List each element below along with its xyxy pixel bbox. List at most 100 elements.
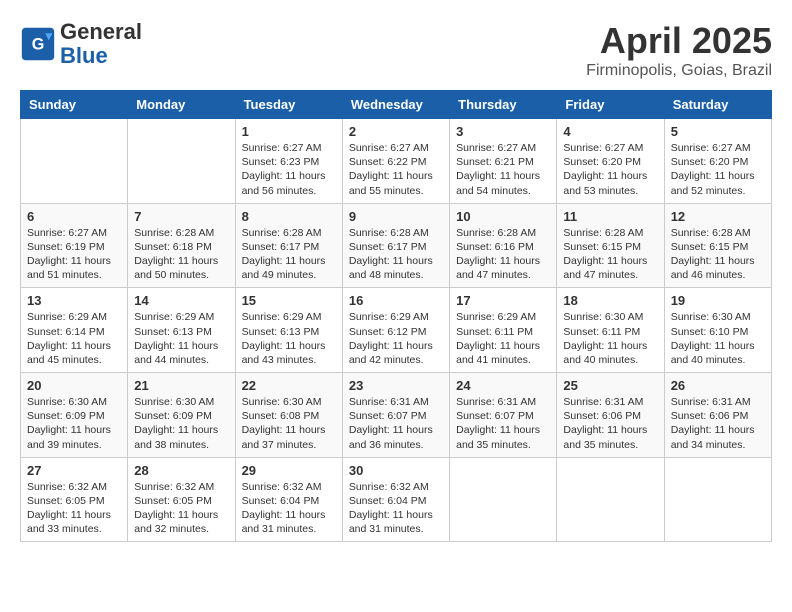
- calendar-week-4: 20 Sunrise: 6:30 AMSunset: 6:09 PMDayligh…: [21, 373, 772, 458]
- calendar-cell: 26Sunrise: 6:31 AMSunset: 6:06 PMDayligh…: [664, 373, 771, 458]
- calendar-cell: 25Sunrise: 6:31 AMSunset: 6:06 PMDayligh…: [557, 373, 664, 458]
- day-number: 30: [349, 463, 443, 478]
- day-number: 1: [242, 124, 336, 139]
- day-info: Sunrise: 6:28 AMSunset: 6:17 PMDaylight:…: [349, 226, 443, 283]
- calendar-cell: 24 Sunrise: 6:31 AMSunset: 6:07 PMDayligh…: [450, 373, 557, 458]
- day-number: 11: [563, 209, 657, 224]
- day-number: 17: [456, 293, 550, 308]
- calendar-cell: [557, 457, 664, 542]
- day-number: 7: [134, 209, 228, 224]
- calendar-cell: 15 Sunrise: 6:29 AMSunset: 6:13 PMDayligh…: [235, 288, 342, 373]
- day-info: Sunrise: 6:32 AMSunset: 6:05 PMDaylight:…: [134, 480, 228, 537]
- day-info: Sunrise: 6:29 AMSunset: 6:12 PMDaylight:…: [349, 310, 443, 367]
- day-number: 27: [27, 463, 121, 478]
- day-number: 23: [349, 378, 443, 393]
- day-info: Sunrise: 6:31 AMSunset: 6:06 PMDaylight:…: [671, 395, 765, 452]
- day-info: Sunrise: 6:30 AMSunset: 6:09 PMDaylight:…: [27, 395, 121, 452]
- calendar-cell: 3Sunrise: 6:27 AMSunset: 6:21 PMDaylight…: [450, 119, 557, 204]
- day-number: 18: [563, 293, 657, 308]
- calendar-cell: 2 Sunrise: 6:27 AMSunset: 6:22 PMDaylight…: [342, 119, 449, 204]
- calendar-week-3: 13Sunrise: 6:29 AMSunset: 6:14 PMDayligh…: [21, 288, 772, 373]
- day-info: Sunrise: 6:27 AMSunset: 6:23 PMDaylight:…: [242, 141, 336, 198]
- day-number: 13: [27, 293, 121, 308]
- calendar-cell: 9 Sunrise: 6:28 AMSunset: 6:17 PMDaylight…: [342, 203, 449, 288]
- day-number: 28: [134, 463, 228, 478]
- calendar-cell: 22 Sunrise: 6:30 AMSunset: 6:08 PMDayligh…: [235, 373, 342, 458]
- calendar-week-5: 27 Sunrise: 6:32 AMSunset: 6:05 PMDayligh…: [21, 457, 772, 542]
- calendar-cell: 12 Sunrise: 6:28 AMSunset: 6:15 PMDayligh…: [664, 203, 771, 288]
- column-header-thursday: Thursday: [450, 91, 557, 119]
- day-info: Sunrise: 6:27 AMSunset: 6:19 PMDaylight:…: [27, 226, 121, 283]
- day-info: Sunrise: 6:27 AMSunset: 6:22 PMDaylight:…: [349, 141, 443, 198]
- month-title: April 2025: [586, 20, 772, 62]
- calendar-cell: 5 Sunrise: 6:27 AMSunset: 6:20 PMDaylight…: [664, 119, 771, 204]
- day-info: Sunrise: 6:27 AMSunset: 6:20 PMDaylight:…: [671, 141, 765, 198]
- day-number: 9: [349, 209, 443, 224]
- calendar-cell: 17 Sunrise: 6:29 AMSunset: 6:11 PMDayligh…: [450, 288, 557, 373]
- day-number: 12: [671, 209, 765, 224]
- calendar-cell: 21Sunrise: 6:30 AMSunset: 6:09 PMDayligh…: [128, 373, 235, 458]
- logo-icon: G: [20, 26, 56, 62]
- calendar-cell: 8Sunrise: 6:28 AMSunset: 6:17 PMDaylight…: [235, 203, 342, 288]
- column-header-sunday: Sunday: [21, 91, 128, 119]
- logo: G General Blue: [20, 20, 142, 68]
- day-info: Sunrise: 6:30 AMSunset: 6:08 PMDaylight:…: [242, 395, 336, 452]
- day-info: Sunrise: 6:27 AMSunset: 6:21 PMDaylight:…: [456, 141, 550, 198]
- day-info: Sunrise: 6:28 AMSunset: 6:16 PMDaylight:…: [456, 226, 550, 283]
- day-info: Sunrise: 6:30 AMSunset: 6:10 PMDaylight:…: [671, 310, 765, 367]
- day-info: Sunrise: 6:28 AMSunset: 6:15 PMDaylight:…: [671, 226, 765, 283]
- calendar-cell: 27 Sunrise: 6:32 AMSunset: 6:05 PMDayligh…: [21, 457, 128, 542]
- calendar-cell: 23 Sunrise: 6:31 AMSunset: 6:07 PMDayligh…: [342, 373, 449, 458]
- day-number: 14: [134, 293, 228, 308]
- day-number: 20: [27, 378, 121, 393]
- calendar-cell: [128, 119, 235, 204]
- day-info: Sunrise: 6:29 AMSunset: 6:11 PMDaylight:…: [456, 310, 550, 367]
- calendar-week-1: 1 Sunrise: 6:27 AMSunset: 6:23 PMDaylight…: [21, 119, 772, 204]
- column-header-tuesday: Tuesday: [235, 91, 342, 119]
- calendar-cell: 20 Sunrise: 6:30 AMSunset: 6:09 PMDayligh…: [21, 373, 128, 458]
- calendar-cell: 10 Sunrise: 6:28 AMSunset: 6:16 PMDayligh…: [450, 203, 557, 288]
- logo-text: General Blue: [60, 20, 142, 68]
- column-header-saturday: Saturday: [664, 91, 771, 119]
- day-info: Sunrise: 6:29 AMSunset: 6:13 PMDaylight:…: [242, 310, 336, 367]
- svg-text:G: G: [32, 36, 45, 54]
- calendar-cell: 29 Sunrise: 6:32 AMSunset: 6:04 PMDayligh…: [235, 457, 342, 542]
- calendar-cell: 6 Sunrise: 6:27 AMSunset: 6:19 PMDaylight…: [21, 203, 128, 288]
- calendar-cell: [21, 119, 128, 204]
- calendar-cell: 7 Sunrise: 6:28 AMSunset: 6:18 PMDaylight…: [128, 203, 235, 288]
- day-number: 22: [242, 378, 336, 393]
- calendar-cell: 30 Sunrise: 6:32 AMSunset: 6:04 PMDayligh…: [342, 457, 449, 542]
- day-number: 8: [242, 209, 336, 224]
- calendar-cell: [450, 457, 557, 542]
- location-title: Firminopolis, Goias, Brazil: [586, 62, 772, 80]
- day-number: 29: [242, 463, 336, 478]
- day-info: Sunrise: 6:28 AMSunset: 6:18 PMDaylight:…: [134, 226, 228, 283]
- column-header-friday: Friday: [557, 91, 664, 119]
- day-info: Sunrise: 6:31 AMSunset: 6:07 PMDaylight:…: [456, 395, 550, 452]
- day-info: Sunrise: 6:31 AMSunset: 6:07 PMDaylight:…: [349, 395, 443, 452]
- calendar-cell: 28 Sunrise: 6:32 AMSunset: 6:05 PMDayligh…: [128, 457, 235, 542]
- day-info: Sunrise: 6:32 AMSunset: 6:04 PMDaylight:…: [349, 480, 443, 537]
- calendar-cell: 19 Sunrise: 6:30 AMSunset: 6:10 PMDayligh…: [664, 288, 771, 373]
- header: G General Blue April 2025 Firminopolis, …: [20, 20, 772, 80]
- day-info: Sunrise: 6:28 AMSunset: 6:15 PMDaylight:…: [563, 226, 657, 283]
- day-number: 25: [563, 378, 657, 393]
- day-number: 10: [456, 209, 550, 224]
- day-info: Sunrise: 6:30 AMSunset: 6:09 PMDaylight:…: [134, 395, 228, 452]
- day-number: 6: [27, 209, 121, 224]
- day-number: 24: [456, 378, 550, 393]
- day-info: Sunrise: 6:29 AMSunset: 6:13 PMDaylight:…: [134, 310, 228, 367]
- title-area: April 2025 Firminopolis, Goias, Brazil: [586, 20, 772, 80]
- day-number: 4: [563, 124, 657, 139]
- calendar-table: SundayMondayTuesdayWednesdayThursdayFrid…: [20, 90, 772, 542]
- calendar-week-2: 6 Sunrise: 6:27 AMSunset: 6:19 PMDaylight…: [21, 203, 772, 288]
- calendar-cell: 18Sunrise: 6:30 AMSunset: 6:11 PMDayligh…: [557, 288, 664, 373]
- day-info: Sunrise: 6:32 AMSunset: 6:04 PMDaylight:…: [242, 480, 336, 537]
- day-number: 5: [671, 124, 765, 139]
- day-info: Sunrise: 6:32 AMSunset: 6:05 PMDaylight:…: [27, 480, 121, 537]
- day-number: 16: [349, 293, 443, 308]
- day-number: 2: [349, 124, 443, 139]
- day-number: 15: [242, 293, 336, 308]
- day-number: 19: [671, 293, 765, 308]
- calendar-cell: 14 Sunrise: 6:29 AMSunset: 6:13 PMDayligh…: [128, 288, 235, 373]
